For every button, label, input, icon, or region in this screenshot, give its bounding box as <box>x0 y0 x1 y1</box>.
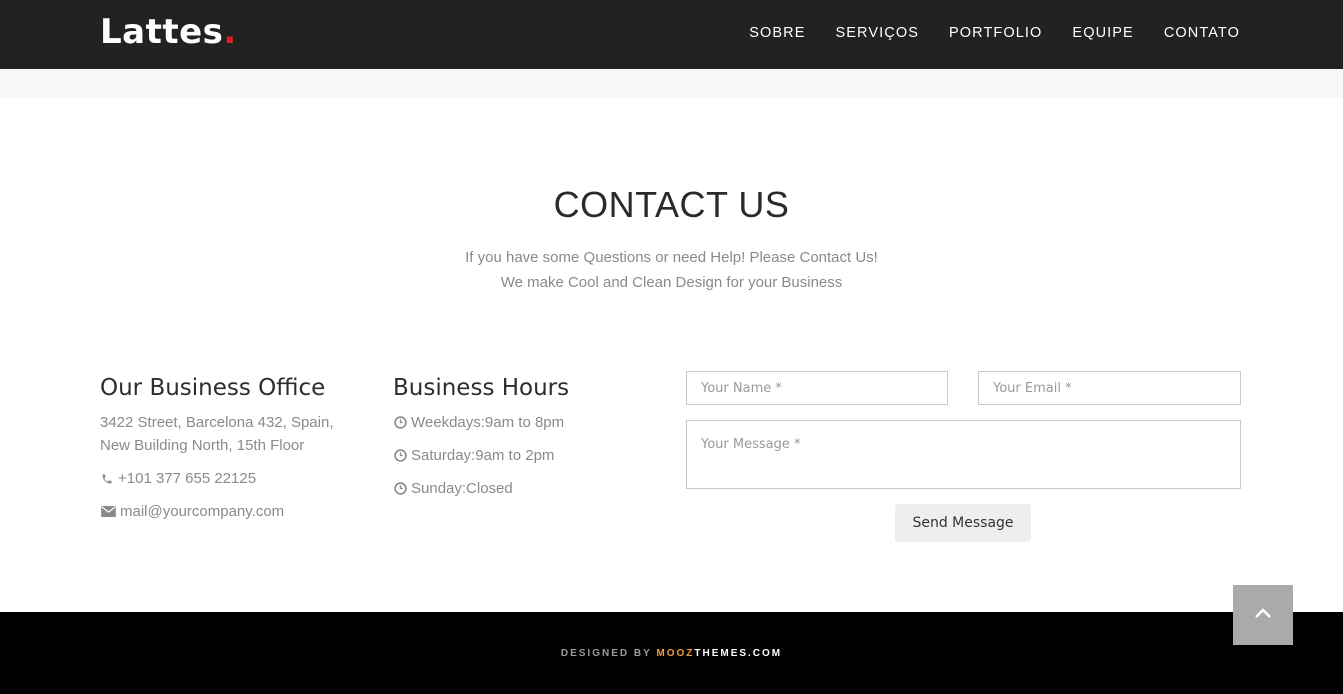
logo[interactable]: Lattes. <box>100 12 237 52</box>
send-message-button[interactable]: Send Message <box>895 504 1031 542</box>
office-phone-text: +101 377 655 22125 <box>118 470 257 487</box>
office-phone: +101 377 655 22125 <box>100 470 256 487</box>
footer-credit: DESIGNED BY MOOZTHEMES.COM <box>0 648 1343 659</box>
main-nav: SOBRE SERVIÇOS PORTFOLIO EQUIPE CONTATO <box>749 25 1240 41</box>
logo-dot: . <box>223 12 237 52</box>
nav-item-servicos[interactable]: SERVIÇOS <box>836 25 919 41</box>
chevron-up-icon <box>1254 606 1272 624</box>
office-title: Our Business Office <box>100 375 326 401</box>
office-address-line1: 3422 Street, Barcelona 432, Spain, <box>100 414 334 431</box>
clock-icon <box>393 482 407 496</box>
hours-item: Saturday:9am to 2pm <box>393 447 554 464</box>
hours-saturday: Saturday:9am to 2pm <box>411 447 555 464</box>
section-divider <box>0 69 1343 98</box>
office-email: mail@yourcompany.com <box>100 503 284 520</box>
logo-text: Lattes <box>100 12 224 52</box>
hours-sunday: Sunday:Closed <box>411 480 513 497</box>
nav-item-portfolio[interactable]: PORTFOLIO <box>949 25 1042 41</box>
nav-item-sobre[interactable]: SOBRE <box>749 25 805 41</box>
contact-subtitle-line2: We make Cool and Clean Design for your B… <box>500 274 843 291</box>
top-navbar: Lattes. SOBRE SERVIÇOS PORTFOLIO EQUIPE … <box>0 0 1343 69</box>
hours-title: Business Hours <box>393 375 570 401</box>
clock-icon <box>393 416 407 430</box>
scroll-to-top-button[interactable] <box>1233 585 1293 645</box>
phone-icon <box>100 472 114 486</box>
hours-item: Sunday:Closed <box>393 480 513 497</box>
clock-icon <box>393 449 407 463</box>
nav-item-contato[interactable]: CONTATO <box>1164 25 1240 41</box>
email-input[interactable] <box>978 371 1241 405</box>
message-textarea[interactable] <box>686 420 1241 489</box>
hours-weekdays: Weekdays:9am to 8pm <box>411 414 565 431</box>
office-address-line2: New Building North, 15th Floor <box>100 437 305 454</box>
contact-subtitle-line1: If you have some Questions or need Help!… <box>465 249 878 266</box>
credit-brand-part2[interactable]: THEMES.COM <box>694 648 782 659</box>
credit-prefix: DESIGNED BY <box>560 648 657 659</box>
contact-title: CONTACT US <box>553 184 790 225</box>
office-email-link[interactable]: mail@yourcompany.com <box>120 503 284 520</box>
name-input[interactable] <box>686 371 948 405</box>
footer: DESIGNED BY MOOZTHEMES.COM <box>0 612 1343 694</box>
nav-item-equipe[interactable]: EQUIPE <box>1072 25 1133 41</box>
credit-brand-part1[interactable]: MOOZ <box>656 648 694 659</box>
hours-item: Weekdays:9am to 8pm <box>393 414 564 431</box>
envelope-icon <box>100 505 116 519</box>
